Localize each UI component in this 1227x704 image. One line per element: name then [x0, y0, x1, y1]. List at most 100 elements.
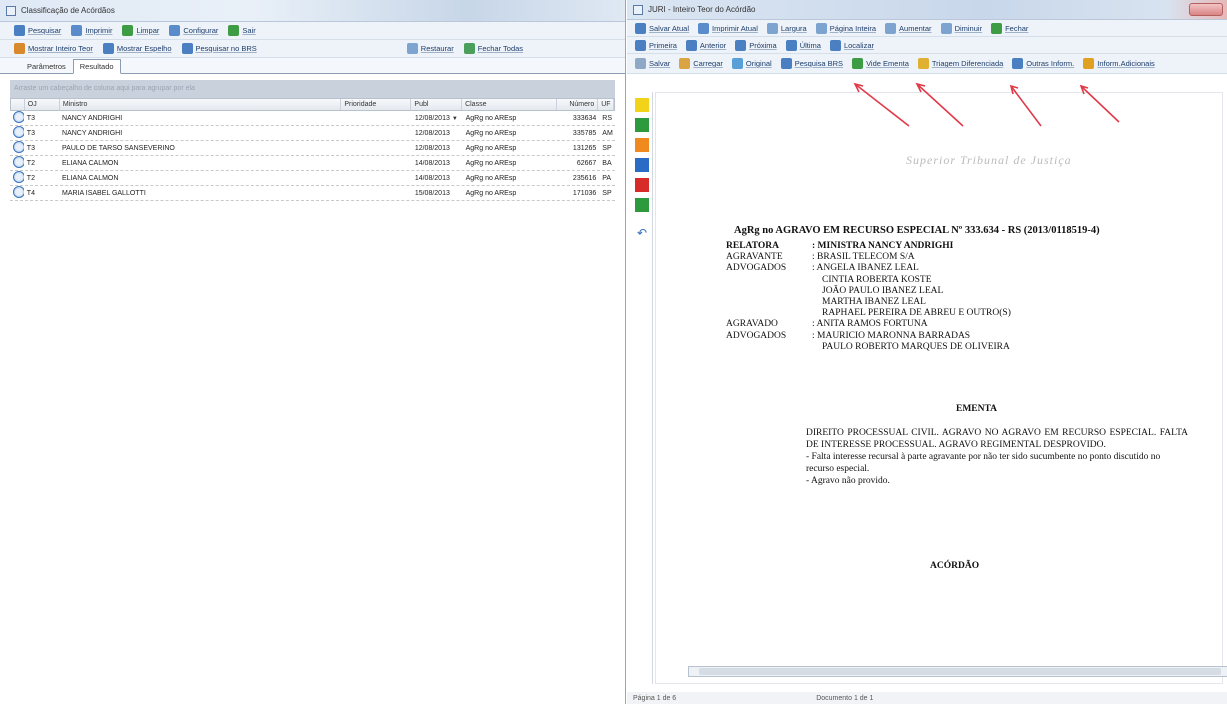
cell-numero: 62667	[576, 159, 597, 167]
search-brs-icon	[181, 43, 193, 54]
cell-numero: 235616	[572, 174, 597, 182]
cell-publ: 12/08/2013	[412, 145, 463, 152]
mostrar-inteiro-teor-label: Mostrar Inteiro Teor	[28, 44, 93, 53]
scrollbar-thumb[interactable]	[699, 668, 1221, 675]
table-row[interactable]: T3 NANCY ANDRIGHI 12/08/2013 AgRg no AREsp 3…	[10, 126, 615, 141]
pesquisar-button[interactable]: Pesquisar	[14, 25, 61, 36]
ementa-line: - Falta interesse recursal à parte agrav…	[806, 452, 1161, 474]
left-window-title: Classificação de Acórdãos	[21, 6, 115, 15]
cell-classe: AgRg no AREsp	[465, 189, 517, 197]
color-marker[interactable]	[635, 178, 649, 192]
search-icon	[14, 25, 25, 36]
cell-ministro: NANCY ANDRIGHI	[62, 114, 123, 122]
pesquisar-no-brs-button[interactable]: Pesquisar no BRS	[181, 43, 257, 54]
mostrar-inteiro-teor-button[interactable]: Mostrar Inteiro Teor	[14, 43, 93, 54]
party-value: CINTIA ROBERTA KOSTE	[822, 274, 932, 285]
left-tabs: Parâmetros Resultado	[0, 58, 625, 74]
cell-publ: 14/08/2013	[412, 175, 463, 182]
ementa-line: DIREITO PROCESSUAL CIVIL. AGRAVO NO AGRA…	[806, 428, 1188, 450]
table-row[interactable]: T2 ELIANA CALMON 14/08/2013 AgRg no AREsp 23…	[10, 171, 615, 186]
row-status-icon	[10, 111, 24, 125]
arrow-inform-adicionais	[1080, 85, 1120, 123]
col-publ[interactable]: Publ	[411, 99, 463, 110]
ementa-text: DIREITO PROCESSUAL CIVIL. AGRAVO NO AGRA…	[806, 427, 1188, 487]
col-ministro[interactable]: Ministro	[60, 99, 342, 110]
restore-icon	[406, 43, 418, 54]
party-row: ADVOGADOS: ANGELA IBANEZ LEAL	[726, 263, 1011, 274]
undo-icon[interactable]: ↶	[637, 226, 647, 240]
row-status-icon	[10, 171, 24, 185]
party-value: : ANGELA IBANEZ LEAL	[812, 263, 919, 274]
document-heading: AgRg no AGRAVO EM RECURSO ESPECIAL Nº 33…	[734, 225, 1100, 236]
cell-uf: SP	[602, 189, 612, 197]
left-toolbar-main: Pesquisar Imprimir Limpar Configurar Sair	[0, 22, 625, 40]
configurar-button[interactable]: Configurar	[169, 25, 218, 36]
party-value: JOÃO PAULO IBANEZ LEAL	[822, 285, 944, 296]
chevron-down-icon[interactable]: ▼	[452, 116, 458, 122]
cell-publ-text: 12/08/2013	[414, 144, 450, 152]
cell-publ-text: 14/08/2013	[414, 159, 450, 167]
clear-icon	[122, 25, 134, 36]
mostrar-espelho-label: Mostrar Espelho	[116, 44, 172, 53]
mostrar-espelho-button[interactable]: Mostrar Espelho	[102, 43, 172, 54]
table-row[interactable]: T2 ELIANA CALMON 14/08/2013 AgRg no AREsp 62…	[10, 156, 615, 171]
party-row: MARTHA IBANEZ LEAL	[726, 297, 1011, 308]
cell-classe: AgRg no AREsp	[465, 174, 517, 182]
party-label	[726, 308, 812, 319]
table-row[interactable]: T3 PAULO DE TARSO SANSEVERINO 12/08/2013 Ag…	[10, 141, 615, 156]
annotation-arrows	[853, 82, 1120, 127]
config-icon	[169, 25, 181, 36]
color-marker[interactable]	[635, 158, 649, 172]
party-value: : BRASIL TELECOM S/A	[812, 252, 915, 263]
classificacao-window: Classificação de Acórdãos Pesquisar Impri…	[0, 0, 626, 704]
sair-button[interactable]: Sair	[228, 25, 256, 36]
restaurar-button[interactable]: Restaurar	[406, 43, 454, 54]
party-label: ADVOGADOS	[726, 330, 787, 341]
col-classe[interactable]: Classe	[462, 99, 558, 110]
party-label	[726, 297, 812, 308]
cell-uf: AM	[602, 129, 613, 137]
party-value: RAPHAEL PEREIRA DE ABREU E OUTRO(S)	[822, 308, 1011, 319]
col-uf[interactable]: UF	[598, 99, 614, 110]
document-viewer[interactable]: Superior Tribunal de Justiça AgRg no AGR…	[655, 92, 1227, 684]
group-by-hint[interactable]: Arraste um cabeçalho de coluna aqui para…	[10, 80, 615, 98]
party-label: RELATORA	[726, 241, 779, 251]
color-marker[interactable]	[635, 138, 649, 152]
party-value: PAULO ROBERTO MARQUES DE OLIVEIRA	[822, 341, 1010, 352]
cell-publ-text: 12/08/2013	[414, 114, 450, 122]
ementa-title: EMENTA	[956, 404, 997, 414]
cell-uf: RS	[602, 114, 613, 122]
col-numero[interactable]: Número	[557, 99, 599, 110]
cell-oj: T2	[26, 174, 35, 182]
party-value: : MINISTRA NANCY ANDRIGHI	[812, 241, 954, 251]
cell-publ: 14/08/2013	[412, 160, 463, 167]
tab-parametros[interactable]: Parâmetros	[20, 59, 73, 73]
cell-oj: T4	[26, 189, 35, 197]
sair-label: Sair	[242, 26, 256, 35]
window-icon	[6, 5, 16, 16]
party-label: AGRAVADO	[726, 319, 778, 330]
imprimir-button[interactable]: Imprimir	[71, 25, 112, 36]
document-icon	[14, 43, 25, 54]
color-marker[interactable]	[635, 198, 649, 212]
col-icon	[11, 99, 25, 110]
fechar-todas-button[interactable]: Fechar Todas	[463, 43, 524, 54]
cell-uf: SP	[602, 144, 612, 152]
fechar-todas-label: Fechar Todas	[477, 44, 524, 53]
tab-resultado[interactable]: Resultado	[72, 59, 121, 74]
party-row: ADVOGADOS: MAURICIO MARONNA BARRADAS	[726, 331, 1011, 342]
party-row: JOÃO PAULO IBANEZ LEAL	[726, 286, 1011, 297]
limpar-button[interactable]: Limpar	[122, 25, 159, 36]
col-oj[interactable]: OJ	[25, 99, 60, 110]
row-status-icon	[10, 156, 24, 170]
party-row: RELATORA : MINISTRA NANCY ANDRIGHI	[726, 241, 1011, 252]
table-row[interactable]: T3 NANCY ANDRIGHI 12/08/2013 ▼ AgRg no AREsp…	[10, 111, 615, 126]
imprimir-label: Imprimir	[85, 26, 113, 35]
cell-oj: T3	[26, 144, 35, 152]
table-row[interactable]: T4 MARIA ISABEL GALLOTTI 15/08/2013 AgRg no…	[10, 186, 615, 201]
left-toolbar-secondary: Mostrar Inteiro Teor Mostrar Espelho Pesqu…	[0, 40, 625, 58]
col-prioridade[interactable]: Prioridade	[341, 99, 412, 110]
results-grid: OJ Ministro Prioridade Publ Classe Númer…	[10, 98, 615, 201]
cell-ministro: PAULO DE TARSO SANSEVERINO	[62, 144, 175, 152]
horizontal-scrollbar[interactable]	[688, 666, 1227, 677]
